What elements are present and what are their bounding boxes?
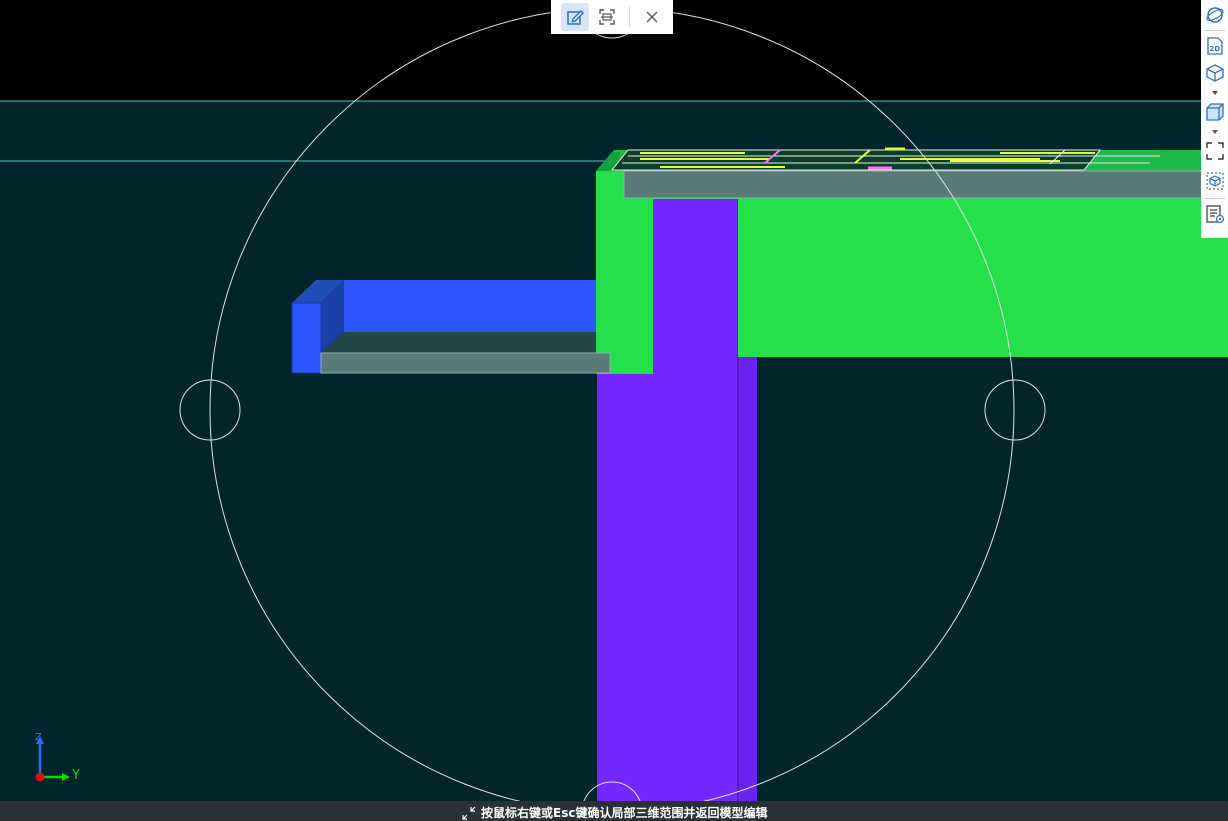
blue-slab-top bbox=[320, 332, 596, 354]
chevron-down-icon[interactable] bbox=[1212, 91, 1218, 95]
properties-view-icon bbox=[1206, 205, 1225, 224]
solid-display-icon bbox=[1206, 103, 1224, 121]
status-message: 按鼠标右键或Esc键确认局部三维范围并返回模型编辑 bbox=[481, 806, 768, 820]
view-orbit-icon bbox=[1206, 7, 1224, 23]
beam-right-front bbox=[738, 171, 1228, 357]
scan-range-icon bbox=[599, 9, 615, 25]
collapse-arrows-icon bbox=[462, 806, 476, 820]
properties-view-button[interactable] bbox=[1204, 203, 1226, 225]
solid-display-button[interactable] bbox=[1204, 101, 1226, 123]
3d-view-icon bbox=[1206, 64, 1224, 82]
beam-left-front bbox=[596, 171, 653, 374]
slab-strip bbox=[623, 170, 1228, 199]
status-message-group: 按鼠标右键或Esc键确认局部三维范围并返回模型编辑 bbox=[461, 804, 767, 821]
local-3d-icon bbox=[1206, 172, 1224, 190]
local-3d-toolbar bbox=[551, 0, 673, 34]
local-3d-button[interactable] bbox=[1204, 170, 1226, 192]
view-toolbar: 2D bbox=[1201, 0, 1228, 238]
status-bar: 按鼠标右键或Esc键确认局部三维范围并返回模型编辑 bbox=[0, 801, 1228, 821]
close-icon bbox=[646, 11, 658, 23]
zoom-extents-button[interactable] bbox=[1204, 140, 1226, 162]
view-orbit-button[interactable] bbox=[1204, 4, 1226, 26]
blue-slab-strip bbox=[320, 352, 611, 374]
3d-view-button[interactable] bbox=[1204, 62, 1226, 84]
edit-button[interactable] bbox=[561, 3, 589, 31]
axis-z-label: Z bbox=[35, 732, 42, 743]
toolbar-divider bbox=[1205, 30, 1225, 31]
axis-y-label: Y bbox=[72, 768, 80, 783]
toolbar-divider bbox=[1205, 198, 1225, 199]
2d-view-icon: 2D bbox=[1207, 37, 1223, 55]
chevron-down-icon[interactable] bbox=[1212, 130, 1218, 134]
2d-view-button[interactable]: 2D bbox=[1204, 35, 1226, 57]
toolbar-divider bbox=[629, 7, 630, 27]
blue-beam-end bbox=[291, 302, 322, 374]
3d-viewport[interactable] bbox=[0, 0, 1228, 821]
close-button[interactable] bbox=[638, 3, 666, 31]
edit-icon bbox=[567, 9, 584, 25]
scan-range-button[interactable] bbox=[593, 3, 621, 31]
blue-beam-back bbox=[344, 280, 596, 332]
column-side bbox=[739, 330, 757, 801]
zoom-extents-icon bbox=[1206, 142, 1224, 160]
2d-label: 2D bbox=[1210, 45, 1221, 53]
